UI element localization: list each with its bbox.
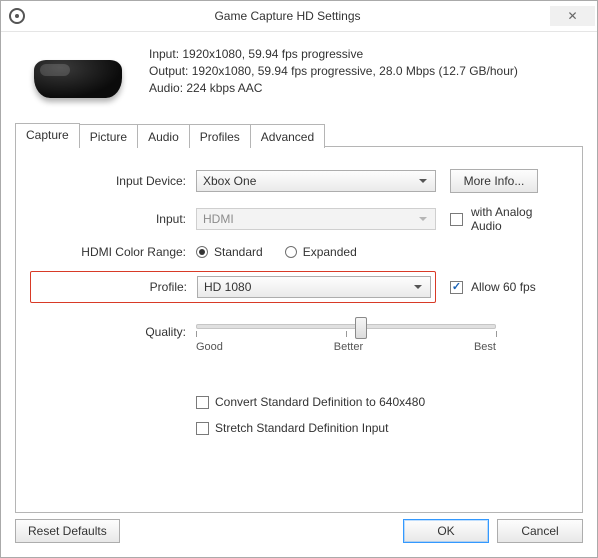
settings-window: Game Capture HD Settings ✕ Input: 1920x1… [0,0,598,558]
input-dropdown: HDMI [196,208,436,230]
titlebar: Game Capture HD Settings ✕ [1,1,597,32]
bottom-bar: Reset Defaults OK Cancel [15,513,583,543]
quality-slider-thumb[interactable] [355,317,367,339]
radio-expanded-label: Expanded [303,245,357,259]
convert-sd-label: Convert Standard Definition to 640x480 [215,395,425,409]
allow-60fps-checkbox[interactable] [450,281,463,294]
stretch-sd-checkbox[interactable] [196,422,209,435]
with-analog-audio-checkbox[interactable] [450,213,463,226]
more-info-button[interactable]: More Info... [450,169,538,193]
summary-audio: Audio: 224 kbps AAC [149,80,518,97]
summary-header: Input: 1920x1080, 59.94 fps progressive … [15,46,583,106]
window-title: Game Capture HD Settings [25,9,550,23]
summary-text: Input: 1920x1080, 59.94 fps progressive … [149,46,518,96]
stretch-sd-label: Stretch Standard Definition Input [215,421,388,435]
input-device-label: Input Device: [36,174,196,188]
device-image [29,46,129,106]
radio-standard-label: Standard [214,245,263,259]
close-icon: ✕ [567,9,577,23]
input-device-dropdown[interactable]: Xbox One [196,170,436,192]
tab-profiles[interactable]: Profiles [189,124,251,148]
close-button[interactable]: ✕ [550,6,595,26]
reset-defaults-button[interactable]: Reset Defaults [15,519,120,543]
quality-good: Good [196,341,223,353]
allow-60fps-label: Allow 60 fps [471,280,536,294]
tab-capture[interactable]: Capture [15,123,80,147]
quality-better: Better [334,341,363,353]
quality-label: Quality: [36,325,196,339]
profile-value: HD 1080 [204,280,251,294]
summary-output: Output: 1920x1080, 59.94 fps progressive… [149,63,518,80]
ok-button[interactable]: OK [403,519,489,543]
profile-dropdown[interactable]: HD 1080 [197,276,431,298]
cancel-button[interactable]: Cancel [497,519,583,543]
profile-label: Profile: [37,280,197,294]
profile-highlight: Profile: HD 1080 [30,271,436,303]
input-label: Input: [36,212,196,226]
content-area: Input: 1920x1080, 59.94 fps progressive … [1,32,597,557]
input-value: HDMI [203,212,234,226]
tab-audio[interactable]: Audio [137,124,190,148]
tab-advanced[interactable]: Advanced [250,124,325,148]
with-analog-audio-label: with Analog Audio [471,205,562,233]
convert-sd-checkbox[interactable] [196,396,209,409]
app-icon [9,8,25,24]
quality-slider[interactable]: Good Better Best [196,315,496,349]
radio-standard[interactable] [196,246,208,258]
summary-input: Input: 1920x1080, 59.94 fps progressive [149,46,518,63]
quality-best: Best [474,341,496,353]
tabstrip: Capture Picture Audio Profiles Advanced [15,122,583,146]
tabpanel-capture: Input Device: Xbox One More Info... Inpu… [15,146,583,513]
hdmi-color-range-label: HDMI Color Range: [36,245,196,259]
input-device-value: Xbox One [203,174,256,188]
radio-expanded[interactable] [285,246,297,258]
tab-picture[interactable]: Picture [79,124,138,148]
